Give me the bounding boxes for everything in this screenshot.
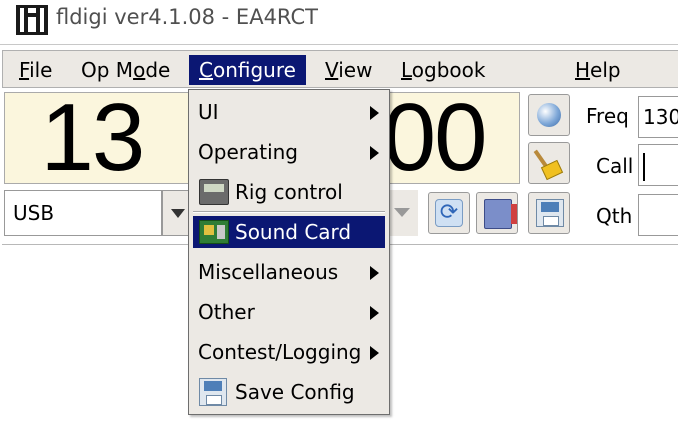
bandwidth-dropdown-button[interactable] (388, 190, 418, 236)
configure-menu-other[interactable]: Other (193, 296, 385, 328)
menu-op-mode[interactable]: Op Mode (71, 55, 180, 85)
logbook-button[interactable] (476, 192, 518, 234)
app-icon (16, 5, 48, 35)
submenu-arrow-icon (370, 106, 379, 120)
configure-menu-rig-control[interactable]: Rig control (193, 176, 385, 208)
configure-menu-sound-card[interactable]: Sound Card (193, 216, 385, 248)
freq-field[interactable]: 130 (638, 96, 678, 138)
save-qso-button[interactable] (528, 192, 570, 234)
logbook-icon (484, 199, 517, 229)
rig-control-icon (199, 179, 229, 205)
menu-help[interactable]: Help (565, 55, 631, 85)
mode-select[interactable]: USB (4, 190, 162, 236)
globe-icon (537, 103, 561, 127)
qth-label: Qth (596, 204, 633, 228)
text-cursor (643, 152, 645, 181)
configure-menu-ui[interactable]: UI (193, 96, 385, 128)
call-field[interactable] (638, 144, 678, 186)
menu-divider (193, 211, 385, 213)
configure-menu-contest-logging[interactable]: Contest/Logging (193, 336, 385, 368)
submenu-arrow-icon (370, 306, 379, 320)
submenu-arrow-icon (370, 266, 379, 280)
sound-card-icon (199, 220, 229, 244)
configure-menu-miscellaneous[interactable]: Miscellaneous (193, 256, 385, 288)
menu-configure[interactable]: Configure (189, 55, 306, 85)
configure-menu-save-config[interactable]: Save Config (193, 376, 385, 408)
qth-field[interactable] (638, 194, 678, 236)
menu-file[interactable]: File (9, 55, 62, 85)
menu-bar: File Op Mode Configure View Logbook Help (2, 50, 678, 88)
clear-button[interactable] (528, 142, 570, 184)
window-title: fldigi ver4.1.08 - EA4RCT (56, 5, 318, 29)
save-config-icon (199, 378, 227, 406)
freq-label: Freq (586, 104, 629, 128)
configure-menu: UI Operating Rig control Sound Card Misc… (188, 89, 390, 415)
configure-menu-operating[interactable]: Operating (193, 136, 385, 168)
refresh-icon: ⟳ (439, 200, 459, 225)
refresh-button[interactable]: ⟳ (428, 192, 470, 234)
title-bar: fldigi ver4.1.08 - EA4RCT (0, 0, 678, 40)
submenu-arrow-icon (370, 146, 379, 160)
menu-view[interactable]: View (315, 55, 382, 85)
save-icon (536, 199, 564, 227)
call-label: Call (596, 154, 634, 178)
globe-button[interactable] (528, 94, 570, 136)
submenu-arrow-icon (370, 346, 379, 360)
menu-logbook[interactable]: Logbook (391, 55, 495, 85)
